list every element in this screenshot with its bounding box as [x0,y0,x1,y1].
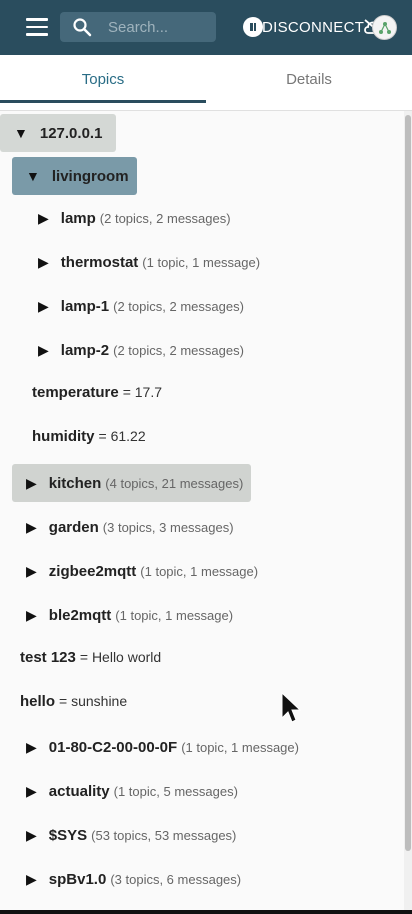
avatar-icon[interactable] [372,15,397,40]
tab-details[interactable]: Details [206,55,412,103]
tree-node-ble2mqtt[interactable]: ▶ ble2mqtt (1 topic, 1 message) [26,596,233,634]
chevron-right-icon[interactable]: ▶ [38,254,49,271]
bottom-edge [0,910,412,914]
node-name: lamp-1 [60,297,110,315]
scroll-thumb[interactable] [405,115,411,851]
tree-node-mac-address[interactable]: ▶ 01-80-C2-00-00-0F (1 topic, 1 message) [26,728,299,766]
chevron-right-icon[interactable]: ▶ [26,739,37,756]
node-meta: (1 topic, 5 messages) [113,783,238,799]
chevron-right-icon[interactable]: ▶ [38,342,49,359]
tree-node-root[interactable]: ▼ 127.0.0.1 [0,114,117,152]
tab-bar: Topics Details [0,55,412,111]
node-name: actuality [48,782,110,800]
node-name: thermostat [60,253,139,271]
tree-node-sys[interactable]: ▶ $SYS (53 topics, 53 messages) [26,816,236,854]
node-name: garden [48,518,99,536]
chevron-right-icon[interactable]: ▶ [38,298,49,315]
node-meta: (53 topics, 53 messages) [91,827,237,843]
node-name: 01-80-C2-00-00-0F [48,738,178,756]
node-meta: (4 topics, 21 messages) [105,475,244,491]
tab-topics[interactable]: Topics [0,55,206,103]
chevron-right-icon[interactable]: ▶ [26,783,37,800]
chevron-right-icon[interactable]: ▶ [26,475,37,492]
node-meta: (1 topic, 1 message) [140,563,259,579]
mouse-cursor-icon [281,692,302,723]
search-box[interactable] [60,12,216,42]
node-name: test 123 [20,648,76,666]
tree-node-lamp-1[interactable]: ▶ lamp-1 (2 topics, 2 messages) [38,287,244,325]
node-meta: (1 topic, 1 message) [115,607,234,623]
chevron-right-icon[interactable]: ▶ [38,210,49,227]
search-icon [73,18,92,37]
node-value: = sunshine [59,693,128,709]
tree-node-kitchen[interactable]: ▶ kitchen (4 topics, 21 messages) [12,464,252,502]
node-name: 127.0.0.1 [39,124,103,142]
scrollbar[interactable] [404,111,412,911]
tab-indicator [0,100,206,103]
topic-tree: ▼ 127.0.0.1 ▼ livingroom ▶ lamp (2 topic… [0,111,404,911]
tree-node-garden[interactable]: ▶ garden (3 topics, 3 messages) [26,508,234,546]
node-value: = Hello world [79,649,162,665]
tree-node-lamp[interactable]: ▶ lamp (2 topics, 2 messages) [38,199,231,237]
pause-icon[interactable] [243,17,263,37]
chevron-down-icon[interactable]: ▼ [14,125,28,141]
tree-node-thermostat[interactable]: ▶ thermostat (1 topic, 1 message) [38,243,260,281]
node-name: temperature [32,383,119,401]
node-name: spBv1.0 [48,870,107,888]
tree-leaf-test-123[interactable]: test 123 = Hello world [20,638,161,676]
menu-icon[interactable] [26,18,48,36]
tree-node-livingroom[interactable]: ▼ livingroom [12,157,137,195]
network-icon [378,21,391,34]
node-name: $SYS [48,826,88,844]
node-meta: (3 topics, 3 messages) [102,519,234,535]
app-bar: DISCONNECT [0,0,412,55]
node-name: lamp [60,209,96,227]
chevron-right-icon[interactable]: ▶ [26,827,37,844]
tree-leaf-humidity[interactable]: humidity = 61.22 [32,417,146,455]
chevron-right-icon[interactable]: ▶ [26,871,37,888]
node-name: ble2mqtt [48,606,112,624]
node-name: livingroom [51,167,129,185]
node-meta: (2 topics, 2 messages) [113,342,244,358]
search-input[interactable] [108,16,208,38]
node-meta: (2 topics, 2 messages) [113,298,244,314]
node-name: kitchen [48,474,102,492]
tree-leaf-temperature[interactable]: temperature = 17.7 [32,373,162,411]
node-meta: (1 topic, 1 message) [142,254,261,270]
disconnect-button[interactable]: DISCONNECT [262,19,364,36]
chevron-right-icon[interactable]: ▶ [26,563,37,580]
chevron-right-icon[interactable]: ▶ [26,607,37,624]
tree-leaf-hello[interactable]: hello = sunshine [20,682,127,720]
tree-node-lamp-2[interactable]: ▶ lamp-2 (2 topics, 2 messages) [38,331,244,369]
tree-node-actuality[interactable]: ▶ actuality (1 topic, 5 messages) [26,772,238,810]
node-name: humidity [32,427,95,445]
node-meta: (1 topic, 1 message) [181,739,299,755]
node-meta: (2 topics, 2 messages) [99,210,231,226]
node-name: hello [20,692,56,710]
node-name: lamp-2 [60,341,110,359]
chevron-down-icon[interactable]: ▼ [26,168,40,184]
node-meta: (3 topics, 6 messages) [110,871,242,887]
node-value: = 17.7 [122,384,163,400]
tree-node-spbv[interactable]: ▶ spBv1.0 (3 topics, 6 messages) [26,860,241,898]
node-name: zigbee2mqtt [48,562,137,580]
tree-node-zigbee2mqtt[interactable]: ▶ zigbee2mqtt (1 topic, 1 message) [26,552,258,590]
node-value: = 61.22 [98,428,146,444]
chevron-right-icon[interactable]: ▶ [26,519,37,536]
